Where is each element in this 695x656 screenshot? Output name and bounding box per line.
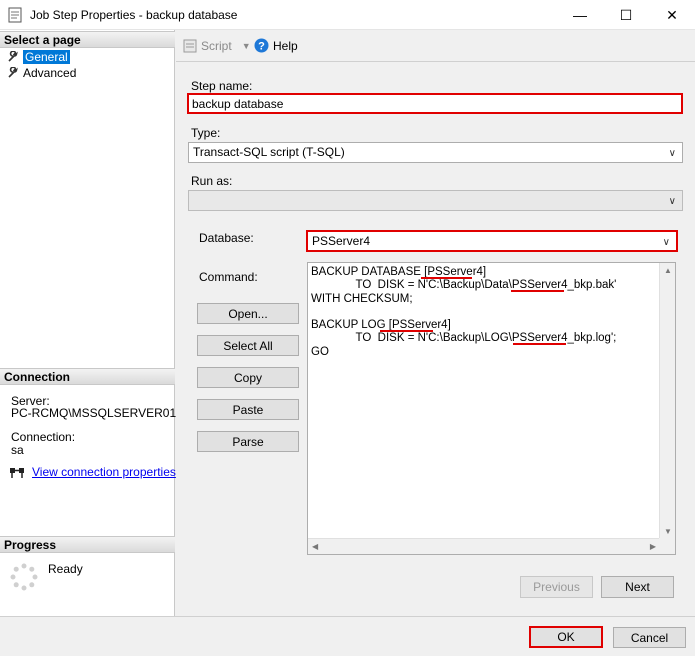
command-textarea[interactable]: BACKUP DATABASE [PSServer4] TO DISK = N'… xyxy=(307,262,676,555)
ok-button[interactable]: OK xyxy=(529,626,603,648)
help-icon: ? xyxy=(254,38,269,53)
minimize-button[interactable]: — xyxy=(557,0,603,30)
run-as-label: Run as: xyxy=(191,174,233,188)
paste-button[interactable]: Paste xyxy=(197,399,299,420)
database-label: Database: xyxy=(199,231,254,245)
view-connection-properties-link[interactable]: View connection properties xyxy=(32,465,176,479)
horizontal-scrollbar[interactable]: ◀ ▶ xyxy=(308,538,660,554)
wrench-icon xyxy=(8,66,18,78)
left-pane xyxy=(0,30,175,616)
server-value: PC-RCMQ\MSSQLSERVER01 xyxy=(11,406,177,420)
footer-separator xyxy=(0,616,695,617)
command-label: Command: xyxy=(199,270,258,284)
window-title: Job Step Properties - backup database xyxy=(30,8,238,22)
chevron-down-icon: ∨ xyxy=(662,237,670,248)
help-label: Help xyxy=(273,38,298,53)
annotation-underline xyxy=(380,330,433,332)
progress-header: Progress xyxy=(0,536,175,553)
close-button[interactable]: ✕ xyxy=(649,0,695,30)
annotation-underline xyxy=(421,277,472,279)
annotation-underline xyxy=(513,343,566,345)
type-select-value: Transact-SQL script (T-SQL) xyxy=(193,145,345,159)
connection-label: Connection: xyxy=(11,430,76,444)
app-icon xyxy=(8,7,22,23)
step-name-label: Step name: xyxy=(191,79,253,93)
database-select[interactable]: PSServer4 ∨ xyxy=(306,230,678,252)
connection-plug-icon xyxy=(10,468,24,478)
select-all-button[interactable]: Select All xyxy=(197,335,299,356)
type-select[interactable]: Transact-SQL script (T-SQL) ∨ xyxy=(188,142,683,163)
script-button[interactable]: Script ▼ xyxy=(183,39,251,53)
annotation-underline xyxy=(511,290,564,292)
scrollbar-corner xyxy=(659,538,675,554)
maximize-button[interactable]: ☐ xyxy=(603,0,649,30)
run-as-select[interactable]: ∨ xyxy=(188,190,683,211)
scroll-right-icon[interactable]: ▶ xyxy=(650,542,656,551)
scroll-up-icon[interactable]: ▲ xyxy=(664,266,672,275)
previous-button[interactable]: Previous xyxy=(520,576,593,598)
progress-status: Ready xyxy=(48,562,83,576)
page-label-general: General xyxy=(23,49,70,64)
open-button[interactable]: Open... xyxy=(197,303,299,324)
command-text: BACKUP DATABASE [PSServer4] TO DISK = N'… xyxy=(311,266,617,358)
chevron-down-icon: ∨ xyxy=(668,196,676,207)
help-button[interactable]: ? Help xyxy=(254,38,298,53)
script-label: Script xyxy=(201,39,232,53)
select-page-header: Select a page xyxy=(0,31,175,48)
copy-button[interactable]: Copy xyxy=(197,367,299,388)
step-name-input[interactable]: backup database xyxy=(187,93,683,114)
cancel-button[interactable]: Cancel xyxy=(613,627,686,648)
database-select-value: PSServer4 xyxy=(312,234,371,248)
chevron-down-icon: ∨ xyxy=(668,148,676,159)
chevron-down-icon: ▼ xyxy=(241,41,251,51)
parse-button[interactable]: Parse xyxy=(197,431,299,452)
title-bar: Job Step Properties - backup database — … xyxy=(0,0,695,30)
page-label-advanced: Advanced xyxy=(23,65,77,80)
progress-spinner-icon xyxy=(10,563,38,591)
svg-text:?: ? xyxy=(258,41,265,53)
next-button[interactable]: Next xyxy=(601,576,674,598)
script-icon xyxy=(183,39,197,53)
scroll-left-icon[interactable]: ◀ xyxy=(312,542,318,551)
type-label: Type: xyxy=(191,126,221,140)
vertical-scrollbar[interactable]: ▲ ▼ xyxy=(659,263,675,539)
wrench-icon xyxy=(8,50,18,62)
scroll-down-icon[interactable]: ▼ xyxy=(664,527,672,536)
page-item-advanced[interactable]: Advanced xyxy=(7,65,76,80)
page-item-general[interactable]: General xyxy=(7,49,70,64)
connection-value: sa xyxy=(11,443,24,457)
connection-header: Connection xyxy=(0,368,175,385)
